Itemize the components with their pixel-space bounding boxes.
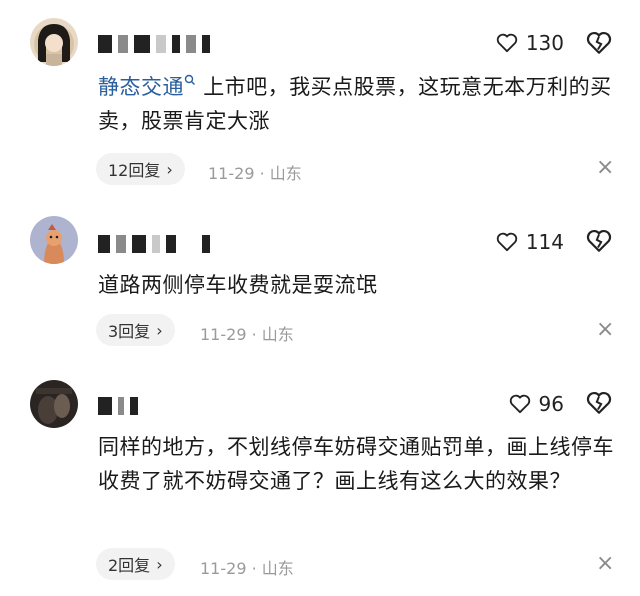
username[interactable] <box>98 396 138 416</box>
like-button[interactable]: 114 <box>496 230 564 254</box>
avatar[interactable] <box>30 380 78 428</box>
chevron-right-icon: › <box>156 554 163 574</box>
view-replies-button[interactable]: 3回复 › <box>96 314 175 346</box>
close-icon[interactable]: × <box>596 157 614 179</box>
broken-heart-icon <box>586 31 612 54</box>
comment-location: 山东 <box>261 325 294 344</box>
dislike-button[interactable] <box>586 390 612 416</box>
avatar[interactable] <box>30 18 78 66</box>
chevron-right-icon: › <box>156 320 163 340</box>
chevron-right-icon: › <box>166 159 173 179</box>
comment-date: 11-29 <box>200 325 247 344</box>
heart-outline-icon <box>496 33 517 53</box>
broken-heart-icon <box>586 391 612 414</box>
comment-meta: 11-29 · 山东 <box>200 325 294 344</box>
view-replies-button[interactable]: 12回复 › <box>96 153 185 185</box>
search-icon <box>184 74 195 85</box>
heart-outline-icon <box>496 232 517 252</box>
like-count: 96 <box>538 392 564 416</box>
comment-date: 11-29 <box>200 559 247 578</box>
comment-text: 同样的地方，不划线停车妨碍交通贴罚单，画上线停车收费了就不妨碍交通了？画上线有这… <box>98 435 614 493</box>
like-count: 114 <box>525 230 564 254</box>
dislike-button[interactable] <box>586 228 612 254</box>
comment-text: 道路两侧停车收费就是耍流氓 <box>98 273 378 297</box>
like-button[interactable]: 96 <box>509 392 564 416</box>
comment-meta: 11-29 · 山东 <box>208 164 302 183</box>
comment-meta: 11-29 · 山东 <box>200 559 294 578</box>
comment-text: 静态交通 上市吧，我买点股票，这玩意无本万利的买卖，股票肯定大涨 <box>98 74 612 133</box>
close-icon[interactable]: × <box>596 553 614 575</box>
comment-location: 山东 <box>269 164 302 183</box>
broken-heart-icon <box>586 229 612 252</box>
mention-link[interactable]: 静态交通 <box>98 74 196 99</box>
close-icon[interactable]: × <box>596 319 614 341</box>
comment-date: 11-29 <box>208 164 255 183</box>
view-replies-button[interactable]: 2回复 › <box>96 548 175 580</box>
comment-location: 山东 <box>261 559 294 578</box>
username[interactable] <box>98 34 210 54</box>
avatar[interactable] <box>30 216 78 264</box>
dislike-button[interactable] <box>586 30 612 56</box>
username[interactable] <box>98 234 210 254</box>
like-count: 130 <box>525 31 564 55</box>
like-button[interactable]: 130 <box>496 31 564 55</box>
heart-outline-icon <box>509 394 530 414</box>
